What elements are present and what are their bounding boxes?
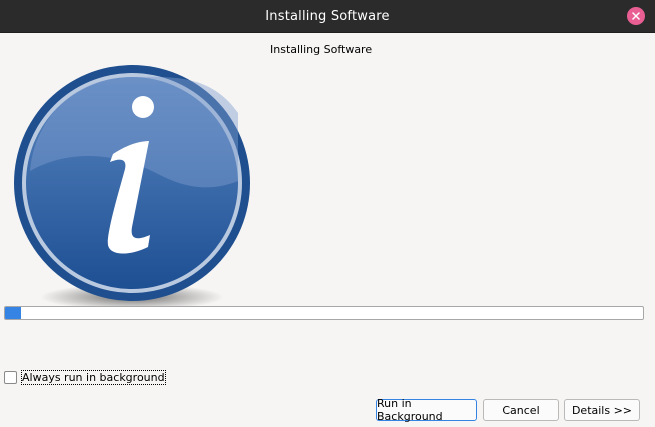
info-icon [14, 65, 250, 310]
always-run-background-label[interactable]: Always run in background [21, 369, 166, 385]
install-progress-bar [4, 306, 644, 320]
installing-header: Installing Software [270, 43, 373, 56]
always-run-background-checkbox[interactable] [4, 370, 17, 384]
close-button[interactable] [627, 7, 645, 25]
run-in-background-button[interactable]: Run in Background [376, 397, 477, 423]
title-bar: Installing Software [0, 0, 655, 33]
dialog-content: Installing Software Always run in backgr… [0, 33, 655, 427]
window-title: Installing Software [265, 8, 390, 24]
close-icon [632, 12, 640, 20]
cancel-button[interactable]: Cancel [483, 399, 559, 421]
details-button[interactable]: Details >> [564, 399, 640, 421]
always-run-background-row[interactable]: Always run in background [4, 369, 166, 385]
progress-fill [5, 307, 21, 319]
